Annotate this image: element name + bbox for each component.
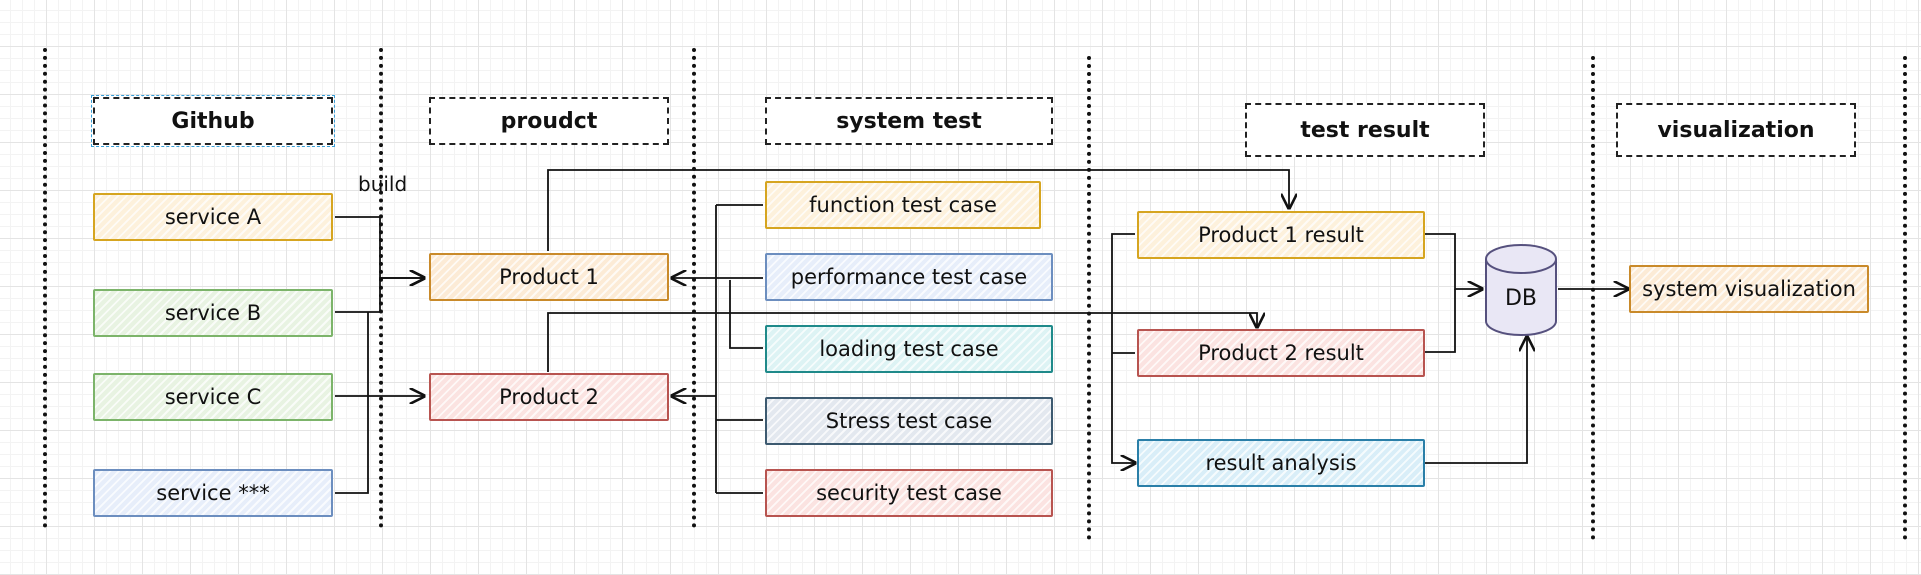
node-security-test-case[interactable]: security test case (765, 469, 1053, 517)
node-service-c[interactable]: service C (93, 373, 333, 421)
node-system-visualization[interactable]: system visualization (1629, 265, 1869, 313)
node-loading-test-case[interactable]: loading test case (765, 325, 1053, 373)
lane-header-github[interactable]: Github (91, 95, 335, 147)
lane-divider (1591, 56, 1595, 540)
node-function-test-case[interactable]: function test case (765, 181, 1041, 229)
edge-service-x-to-product2 (335, 312, 369, 494)
node-product-1[interactable]: Product 1 (429, 253, 669, 301)
node-service-other[interactable]: service *** (93, 469, 333, 517)
edge-result1-to-db (1425, 233, 1482, 289)
lane-divider (43, 48, 47, 528)
lane-header-test-result[interactable]: test result (1245, 103, 1485, 157)
node-service-a[interactable]: service A (93, 193, 333, 241)
node-product-2[interactable]: Product 2 (429, 373, 669, 421)
node-product-2-result[interactable]: Product 2 result (1137, 329, 1425, 377)
build-label: build (358, 172, 408, 196)
lane-divider (379, 48, 383, 528)
node-product-1-result[interactable]: Product 1 result (1137, 211, 1425, 259)
node-stress-test-case[interactable]: Stress test case (765, 397, 1053, 445)
node-performance-test-case[interactable]: performance test case (765, 253, 1053, 301)
edge-results-to-analysis (1111, 233, 1135, 463)
lane-header-product[interactable]: proudct (429, 97, 669, 145)
node-db[interactable]: DB (1484, 241, 1558, 339)
lane-header-system-test[interactable]: system test (765, 97, 1053, 145)
edge-loading-test (729, 280, 763, 349)
lane-divider (1087, 56, 1091, 540)
node-service-b[interactable]: service B (93, 289, 333, 337)
lane-divider (1903, 56, 1907, 540)
edge-result2-to-db (1425, 289, 1456, 353)
db-label: DB (1504, 285, 1538, 311)
lane-divider (692, 48, 696, 528)
edge-analysis-to-db (1425, 337, 1527, 464)
node-result-analysis[interactable]: result analysis (1137, 439, 1425, 487)
lane-header-visualization[interactable]: visualization (1616, 103, 1856, 157)
